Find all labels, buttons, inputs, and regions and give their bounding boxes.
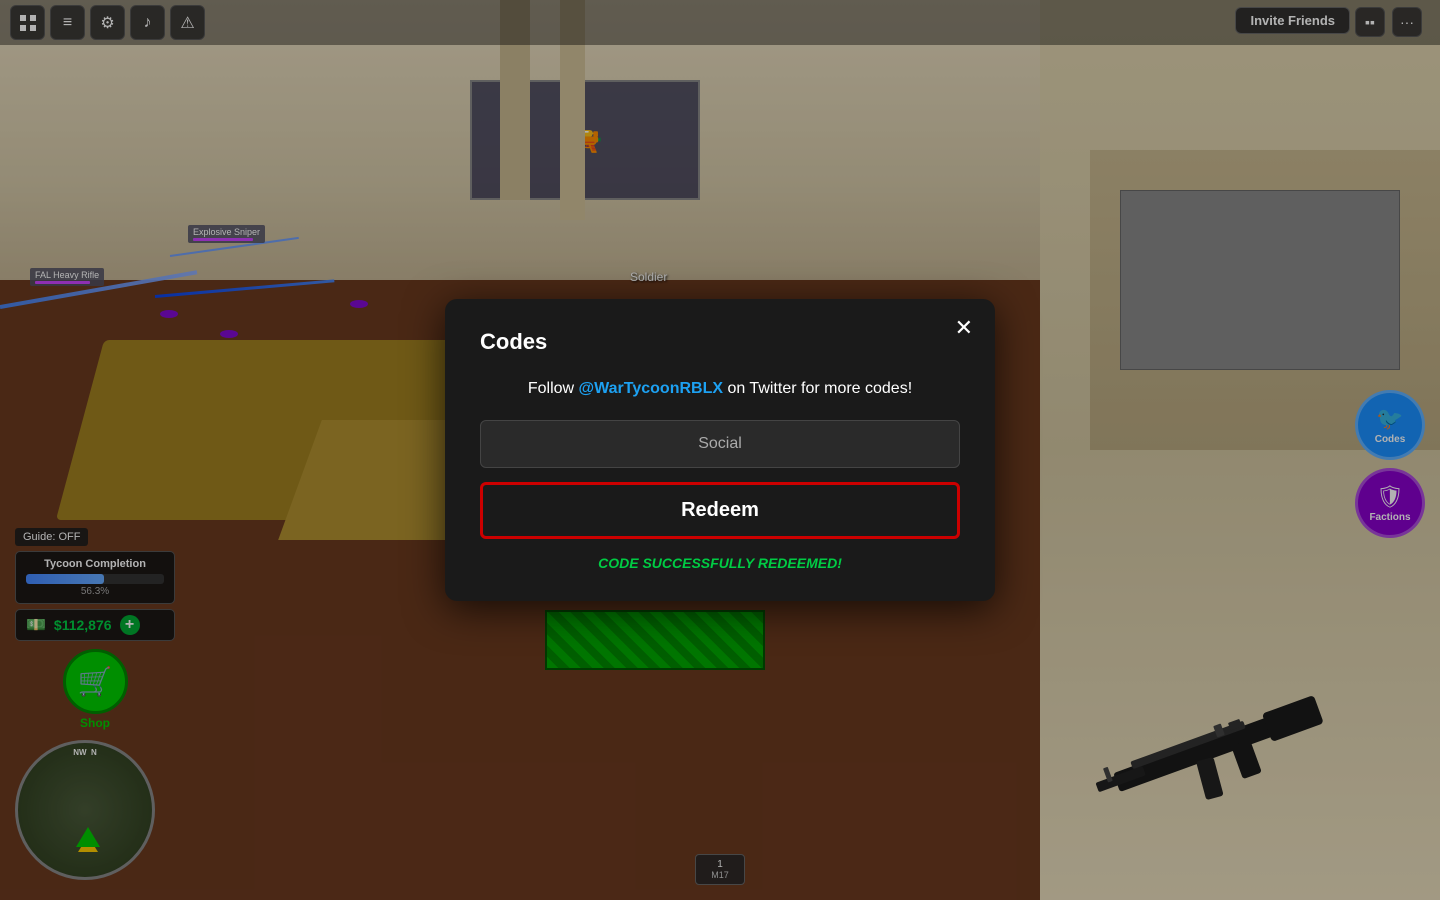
twitter-text-after: on Twitter for more codes!	[723, 380, 912, 397]
codes-modal: Codes ✕ Follow @WarTycoonRBLX on Twitter…	[445, 299, 995, 601]
modal-close-button[interactable]: ✕	[955, 317, 973, 339]
modal-overlay: Codes ✕ Follow @WarTycoonRBLX on Twitter…	[0, 0, 1440, 900]
twitter-handle: @WarTycoonRBLX	[579, 380, 724, 397]
modal-twitter-text: Follow @WarTycoonRBLX on Twitter for mor…	[480, 380, 960, 398]
success-message: CODE SUCCESSFULLY REDEEMED!	[480, 555, 960, 571]
redeem-button[interactable]: Redeem	[480, 482, 960, 539]
twitter-text-before: Follow	[528, 380, 579, 397]
code-input[interactable]	[480, 420, 960, 468]
modal-title: Codes	[480, 329, 960, 355]
